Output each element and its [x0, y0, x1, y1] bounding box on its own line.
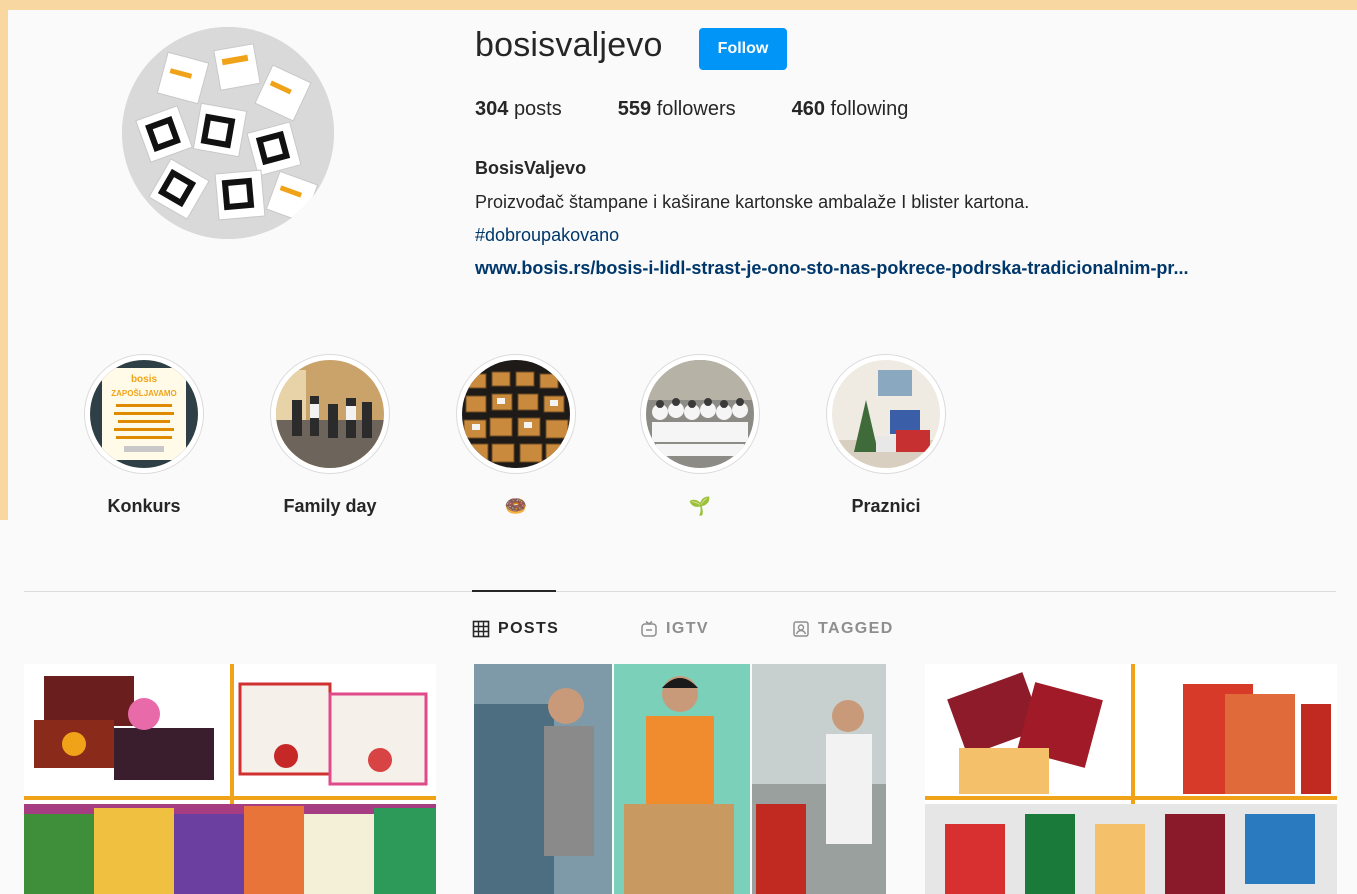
grid-icon [472, 620, 490, 638]
highlight-ring: bosis ZAPOŠLJAVAMO [84, 354, 204, 474]
highlight-ring [456, 354, 576, 474]
highlight-cover [276, 360, 384, 468]
following-stat[interactable]: 460 following [792, 98, 909, 121]
highlight-headline-text: ZAPOŠLJAVAMO [111, 389, 176, 398]
followers-count: 559 [617, 98, 652, 120]
followers-label: followers [656, 98, 736, 120]
following-label: following [830, 98, 909, 120]
highlight-donut[interactable]: 🍩 [446, 354, 586, 520]
tab-tagged[interactable]: TAGGED [792, 620, 894, 638]
tab-tagged-label: TAGGED [818, 620, 894, 637]
tab-igtv[interactable]: IGTV [640, 620, 709, 638]
bio-description: Proizvođač štampane i kaširane kartonske… [475, 192, 1030, 212]
highlight-konkurs[interactable]: bosis ZAPOŠLJAVAMO Konkurs [74, 354, 214, 520]
factory-workers-image [474, 664, 886, 894]
highlight-cover: bosis ZAPOŠLJAVAMO [90, 360, 198, 468]
highlight-ring [270, 354, 390, 474]
highlight-label: 🍩 [504, 496, 528, 516]
frame-left-border [0, 0, 8, 520]
tea-packaging-image [24, 664, 436, 894]
highlight-label: Praznici [851, 496, 921, 516]
follow-button[interactable]: Follow [699, 28, 787, 70]
tab-igtv-label: IGTV [666, 620, 709, 637]
highlight-label: Family day [283, 496, 377, 516]
posts-label: posts [513, 98, 562, 120]
bio-hashtag-link[interactable]: #dobroupakovano [475, 225, 619, 246]
igtv-icon [640, 620, 658, 638]
highlight-label: 🌱 [688, 496, 712, 516]
tabs-divider [24, 591, 1336, 592]
followers-stat[interactable]: 559 followers [618, 98, 736, 121]
post-thumbnail[interactable] [24, 664, 436, 894]
active-tab-indicator [472, 590, 556, 592]
highlight-cover [832, 360, 940, 468]
tab-posts-label: POSTS [498, 620, 560, 637]
following-count: 460 [791, 98, 825, 120]
profile-avatar[interactable] [122, 27, 334, 239]
highlight-praznici[interactable]: Praznici [816, 354, 956, 520]
posts-count: 304 [475, 98, 509, 120]
posts-stat: 304 posts [475, 98, 562, 121]
highlight-family-day[interactable]: Family day [260, 354, 400, 520]
bio-website-link[interactable]: www.bosis.rs/bosis-i-lidl-strast-je-ono-… [475, 258, 1188, 279]
post-thumbnail[interactable] [474, 664, 886, 894]
highlight-cover [646, 360, 754, 468]
tagged-icon [792, 620, 810, 638]
profile-stats: 304 posts 559 followers 460 following [475, 98, 964, 121]
frame-top-border [0, 0, 1357, 10]
highlight-ring [826, 354, 946, 474]
tab-posts[interactable]: POSTS [472, 620, 559, 638]
bio-full-name: BosisValjevo [475, 158, 587, 178]
highlight-label: Konkurs [107, 496, 181, 516]
avatar-image [122, 27, 334, 239]
profile-username: bosisvaljevo [475, 26, 663, 64]
highlight-ring [640, 354, 760, 474]
boxes-image [925, 664, 1337, 894]
highlight-sprout[interactable]: 🌱 [630, 354, 770, 520]
highlight-cover [462, 360, 570, 468]
post-thumbnail[interactable] [925, 664, 1337, 894]
highlight-logo-text: bosis [131, 374, 158, 385]
